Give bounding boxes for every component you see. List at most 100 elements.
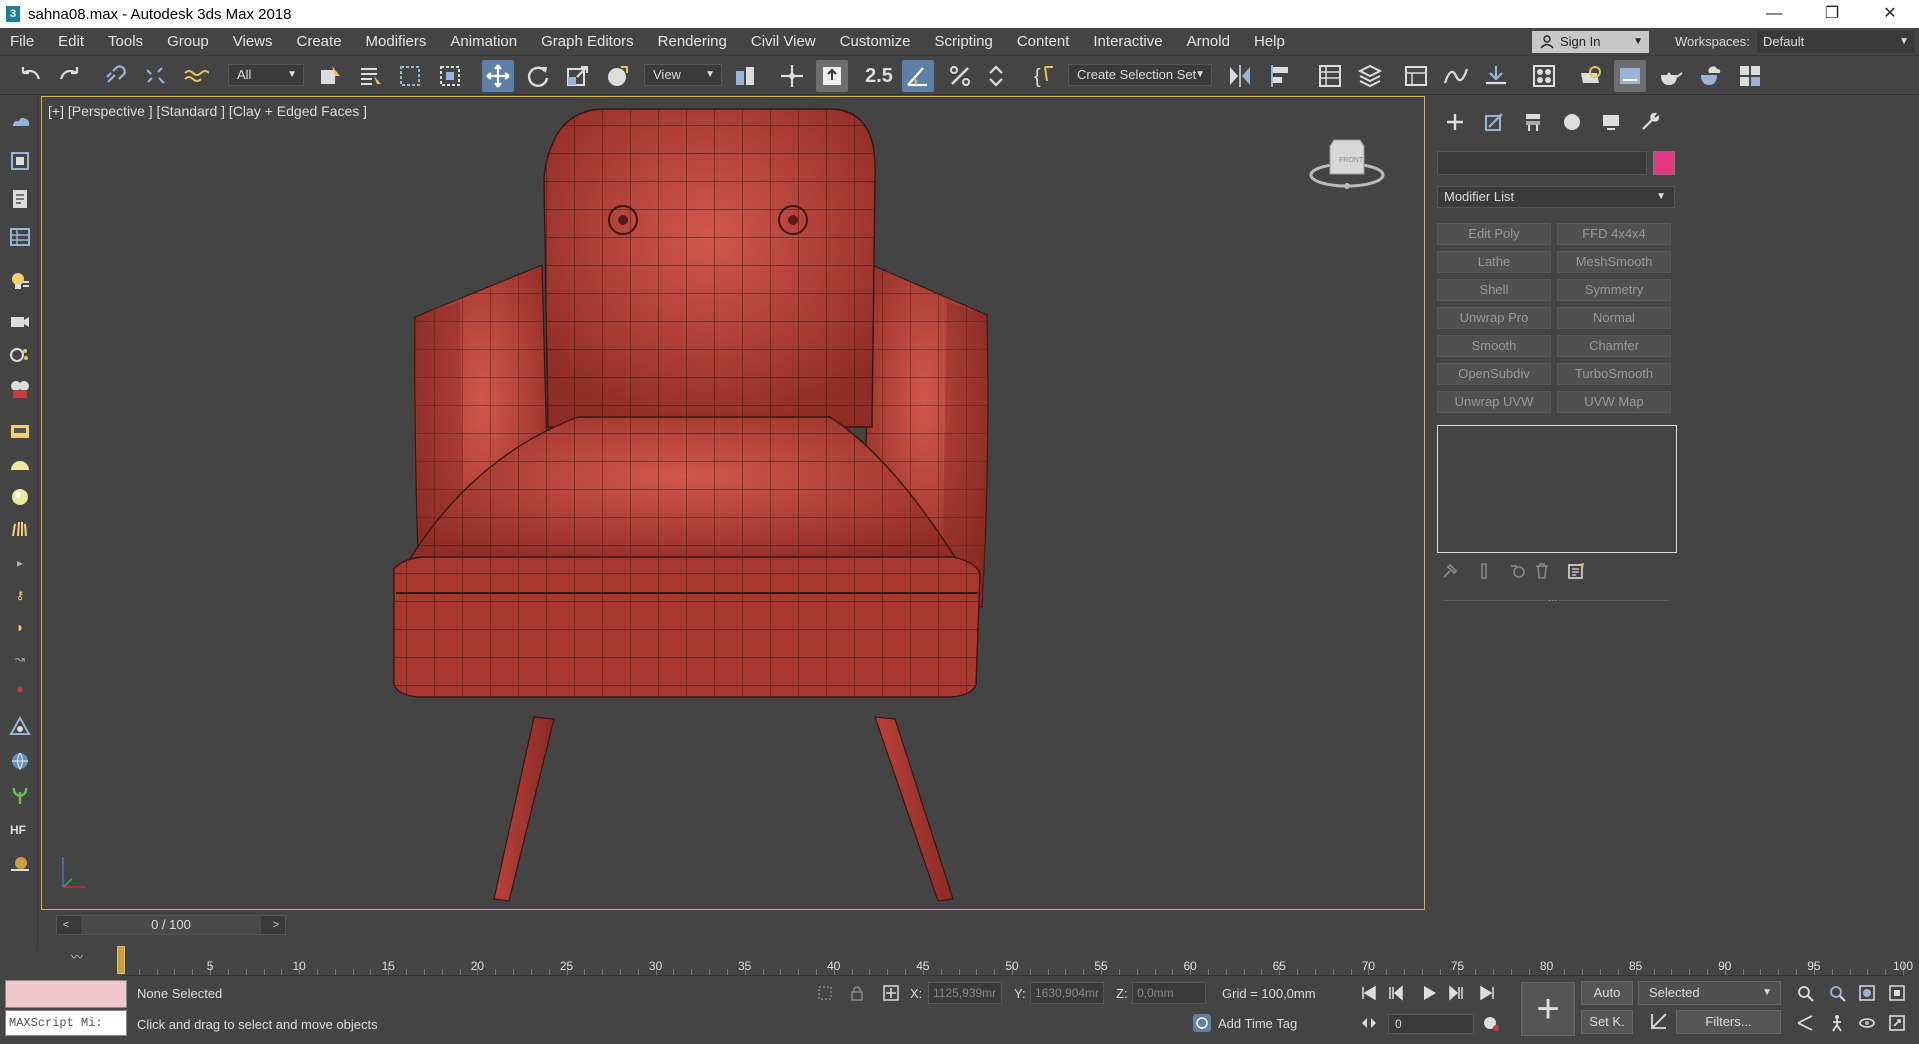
edit-named-selection-button[interactable]: { — [1028, 60, 1060, 92]
sign-in-dropdown[interactable]: Sign In ▼ — [1532, 31, 1649, 53]
small-tool-5-button[interactable]: ● — [7, 676, 33, 702]
tab-utilities[interactable] — [1630, 108, 1669, 136]
next-frame-arrow-icon[interactable]: > — [269, 916, 283, 934]
play-button[interactable] — [1418, 982, 1440, 1004]
curve-editor-button[interactable] — [1440, 60, 1472, 92]
restore-button[interactable]: ❐ — [1803, 0, 1861, 28]
zoom-extents-all-button[interactable] — [1886, 982, 1908, 1004]
toggle-ribbon-button[interactable] — [1400, 60, 1432, 92]
next-frame-button[interactable] — [1446, 982, 1468, 1004]
modifier-list-dropdown[interactable]: Modifier List ▼ — [1437, 186, 1675, 208]
snail-button[interactable] — [7, 850, 33, 876]
configure-modifier-sets-button[interactable] — [1565, 560, 1587, 582]
menu-content[interactable]: Content — [1005, 28, 1082, 56]
modifier-button-opensubdiv[interactable]: OpenSubdiv — [1437, 363, 1551, 385]
modifier-button-shell[interactable]: Shell — [1437, 279, 1551, 301]
time-slider-value[interactable]: 0 / 100 — [81, 916, 261, 934]
close-button[interactable]: ✕ — [1861, 0, 1919, 28]
selection-lock-button[interactable] — [846, 982, 868, 1004]
rectangular-selection-button[interactable] — [394, 60, 426, 92]
zoom-extents-button[interactable] — [1856, 982, 1878, 1004]
timeline-playhead[interactable] — [117, 946, 125, 974]
object-name-input[interactable] — [1437, 151, 1647, 175]
mirror-button[interactable] — [1224, 60, 1256, 92]
keyboard-shortcut-override-button[interactable] — [816, 60, 848, 92]
previous-frame-button[interactable] — [1384, 982, 1406, 1004]
mini-curve-editor-icon[interactable]: 〰 — [71, 948, 83, 965]
minimize-button[interactable]: — — [1745, 0, 1803, 28]
layer-explorer-button[interactable] — [1354, 60, 1386, 92]
modifier-stack[interactable] — [1437, 425, 1677, 553]
zoom-button[interactable] — [1794, 982, 1816, 1004]
time-configuration-button[interactable] — [1480, 1012, 1502, 1034]
small-tool-4-button[interactable]: ↝ — [7, 646, 33, 672]
link-button[interactable] — [100, 60, 132, 92]
make-unique-button[interactable] — [1507, 560, 1529, 582]
render-in-cloud-button[interactable] — [1694, 60, 1726, 92]
document-button[interactable] — [7, 186, 33, 212]
key-mode-button[interactable] — [1648, 1010, 1670, 1032]
menu-help[interactable]: Help — [1242, 28, 1297, 56]
armchair-model[interactable] — [42, 97, 1425, 910]
small-tool-1-button[interactable]: ▸ — [7, 550, 33, 576]
particle-view-button[interactable] — [7, 342, 33, 368]
absolute-mode-button[interactable] — [880, 982, 902, 1004]
select-and-move-button[interactable] — [482, 60, 514, 92]
render-setup-button[interactable] — [1574, 60, 1606, 92]
angle-snap-button[interactable] — [902, 60, 934, 92]
menu-file[interactable]: File — [0, 28, 46, 56]
named-selection-set-select[interactable]: Create Selection Set ▼ — [1068, 64, 1212, 86]
add-time-tag-button[interactable]: Add Time Tag — [1192, 1012, 1297, 1034]
field-of-view-button[interactable] — [1794, 1012, 1816, 1034]
scene-explorer-button[interactable] — [1314, 60, 1346, 92]
tab-hierarchy[interactable] — [1513, 108, 1552, 136]
menu-scripting[interactable]: Scripting — [922, 28, 1004, 56]
menu-civil-view[interactable]: Civil View — [739, 28, 828, 56]
time-slider[interactable]: < 0 / 100 > — [56, 915, 286, 935]
select-by-name-button[interactable] — [354, 60, 386, 92]
compass-button[interactable] — [7, 714, 33, 740]
viewcube[interactable]: FRONT — [1308, 132, 1386, 190]
set-key-big-button[interactable]: + — [1521, 982, 1575, 1036]
snaps-toggle-button[interactable]: 2.5 — [862, 60, 896, 92]
bind-space-warp-button[interactable] — [180, 60, 212, 92]
redo-button[interactable] — [54, 60, 86, 92]
workspace-select[interactable]: Default ▼ — [1757, 31, 1915, 53]
small-tool-2-button[interactable]: ⚷ — [7, 582, 33, 608]
tab-display[interactable] — [1591, 108, 1630, 136]
menu-edit[interactable]: Edit — [46, 28, 96, 56]
light-lister-button[interactable] — [7, 268, 33, 294]
zoom-all-button[interactable] — [1826, 982, 1848, 1004]
tab-motion[interactable] — [1552, 108, 1591, 136]
go-to-start-button[interactable] — [1358, 982, 1380, 1004]
menu-modifiers[interactable]: Modifiers — [354, 28, 439, 56]
maximize-viewport-button[interactable] — [1886, 1012, 1908, 1034]
show-end-result-button[interactable] — [1473, 560, 1495, 582]
modifier-button-ffd[interactable]: FFD 4x4x4 — [1557, 223, 1671, 245]
manipulate-button[interactable] — [776, 60, 808, 92]
rendered-frame-window-button[interactable] — [1614, 60, 1646, 92]
set-key-button[interactable]: Set K. — [1581, 1010, 1633, 1034]
track-bar[interactable]: 〰 5 10 15 20 25 30 35 40 45 50 55 60 65 70 75 80 85 90 95 1… — [41, 944, 1919, 976]
undo-button[interactable] — [14, 60, 46, 92]
menu-graph-editors[interactable]: Graph Editors — [529, 28, 646, 56]
modifier-button-unwrap-pro[interactable]: Unwrap Pro — [1437, 307, 1551, 329]
pivot-center-button[interactable] — [730, 60, 762, 92]
key-selection-dropdown[interactable]: Selected ▼ — [1638, 981, 1781, 1005]
schematic-view-button[interactable] — [1480, 60, 1512, 92]
select-and-place-button[interactable] — [602, 60, 634, 92]
modifier-button-unwrap-uvw[interactable]: Unwrap UVW — [1437, 391, 1551, 413]
menu-create[interactable]: Create — [285, 28, 354, 56]
hair-button[interactable] — [7, 516, 33, 542]
remove-modifier-button[interactable] — [1531, 560, 1553, 582]
modifier-button-uvw-map[interactable]: UVW Map — [1557, 391, 1671, 413]
perspective-viewport[interactable]: [+] [Perspective ] [Standard ] [Clay + E… — [41, 96, 1425, 910]
y-coord-field[interactable]: 1630,904mr — [1030, 982, 1104, 1004]
window-crossing-button[interactable] — [434, 60, 466, 92]
unlink-button[interactable] — [140, 60, 172, 92]
reel-button[interactable] — [7, 376, 33, 402]
select-object-button[interactable] — [314, 60, 346, 92]
modifier-button-edit-poly[interactable]: Edit Poly — [1437, 223, 1551, 245]
current-frame-field[interactable]: 0 — [1388, 1014, 1474, 1034]
reference-coordinate-select[interactable]: View ▼ — [644, 64, 722, 86]
